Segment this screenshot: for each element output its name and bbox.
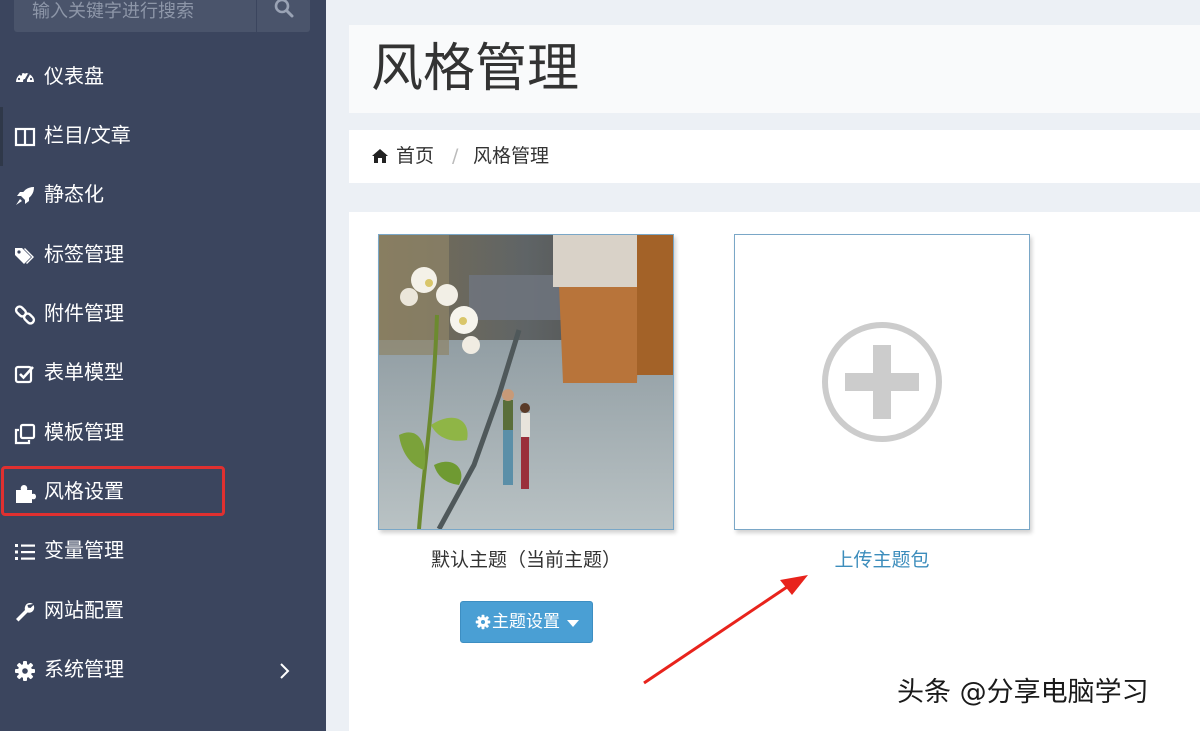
sidebar-item-label: 标签管理 <box>44 242 124 266</box>
search-button[interactable] <box>256 0 311 32</box>
sidebar-item-system[interactable]: 系统管理 <box>0 641 326 700</box>
sidebar-item-label: 附件管理 <box>44 301 124 325</box>
sidebar-item-label: 栏目/文章 <box>44 123 131 147</box>
list-icon <box>15 544 35 560</box>
sidebar: 仪表盘 栏目/文章 静态化 标签管理 附件管理 <box>0 0 326 731</box>
sidebar-item-columns[interactable]: 栏目/文章 <box>0 107 326 166</box>
sidebar-item-static[interactable]: 静态化 <box>0 166 326 225</box>
clone-icon <box>14 423 36 445</box>
upload-theme-card[interactable] <box>734 234 1030 530</box>
page-header: 风格管理 <box>349 25 1200 113</box>
sidebar-item-label: 系统管理 <box>44 657 124 681</box>
breadcrumb-home-link[interactable]: 首页 <box>396 143 434 169</box>
chevron-right-icon <box>280 663 290 679</box>
wrench-icon <box>16 603 35 622</box>
columns-icon <box>14 127 36 147</box>
breadcrumb: 首页 / 风格管理 <box>349 130 1200 183</box>
default-theme-thumbnail[interactable] <box>378 234 674 530</box>
sidebar-item-site-config[interactable]: 网站配置 <box>0 582 326 641</box>
theme-settings-button[interactable]: 主题设置 <box>460 601 593 643</box>
home-icon <box>372 149 388 163</box>
theme-preview-image <box>379 235 673 529</box>
search-box <box>14 0 310 32</box>
gear-icon <box>15 661 35 681</box>
sidebar-item-label: 表单模型 <box>44 360 124 384</box>
sidebar-item-label: 变量管理 <box>44 538 124 562</box>
sidebar-item-label: 网站配置 <box>44 598 124 622</box>
breadcrumb-separator: / <box>452 145 459 167</box>
upload-theme-link[interactable]: 上传主题包 <box>734 547 1030 573</box>
link-icon <box>14 305 36 325</box>
watermark: 头条 @分享电脑学习 <box>897 677 1149 708</box>
plus-circle-icon <box>822 322 942 442</box>
highlight-box <box>1 466 225 516</box>
check-square-icon <box>14 365 34 384</box>
page-title: 风格管理 <box>371 39 580 99</box>
gear-icon <box>475 614 491 630</box>
sidebar-item-label: 仪表盘 <box>44 64 104 88</box>
rocket-icon <box>16 187 34 205</box>
breadcrumb-current: 风格管理 <box>473 145 550 167</box>
sidebar-item-attachments[interactable]: 附件管理 <box>0 285 326 344</box>
sidebar-item-templates[interactable]: 模板管理 <box>0 404 326 463</box>
theme-settings-label: 主题设置 <box>492 612 560 632</box>
default-theme-name: 默认主题（当前主题） <box>430 549 621 571</box>
sidebar-item-label: 静态化 <box>44 182 104 206</box>
sidebar-item-variables[interactable]: 变量管理 <box>0 522 326 581</box>
theme-panel: 默认主题（当前主题） 上传主题包 主题设置 <box>349 212 1200 731</box>
sidebar-item-label: 模板管理 <box>44 420 124 444</box>
caret-down-icon <box>567 620 579 627</box>
sidebar-item-tags[interactable]: 标签管理 <box>0 226 326 285</box>
sidebar-item-dashboard[interactable]: 仪表盘 <box>0 48 326 107</box>
search-icon <box>274 0 294 18</box>
dashboard-icon <box>16 71 34 83</box>
search-input[interactable] <box>14 0 256 32</box>
tags-icon <box>15 248 34 264</box>
sidebar-item-forms[interactable]: 表单模型 <box>0 344 326 403</box>
